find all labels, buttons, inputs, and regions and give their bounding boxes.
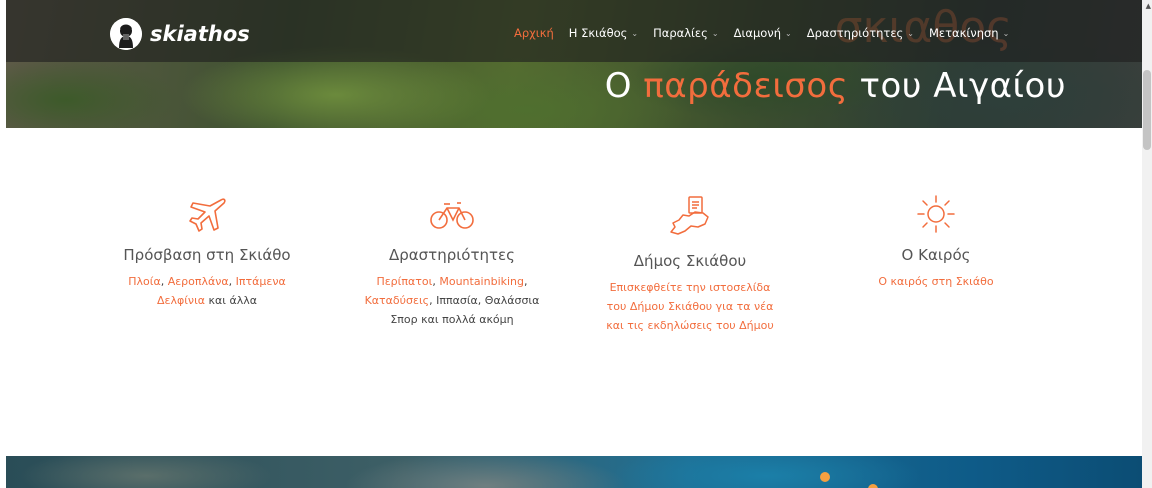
nav-item-beaches[interactable]: Παραλίες ⌄ [653,26,718,40]
scrollbar-thumb[interactable] [1143,70,1151,150]
island-map-icon [670,196,709,235]
nav-item-label: Αρχική [514,26,554,40]
separator: , [160,275,168,288]
link-municipality-site[interactable]: Επισκεφθείτε την ιστοσελίδα του Δήμου Σκ… [590,278,790,335]
hero-title-prefix: Ο [604,66,632,106]
sun-icon [917,195,955,233]
features-section: Πρόσβαση στη Σκιάθο Πλοία, Αεροπλάνα, Ιπ… [0,190,1152,390]
scroll-up-arrow-icon[interactable]: ▲ [1146,2,1151,10]
bottom-banner-image [6,456,1142,488]
nav-item-label: Δραστηριότητες [806,26,904,40]
link-mountainbiking[interactable]: Mountainbiking [439,275,524,288]
feature-activities: Δραστηριότητες Περίπατοι, Mountainbiking… [352,200,552,329]
chevron-down-icon: ⌄ [907,28,914,38]
nav-item-label: Η Σκιάθος [568,26,628,40]
hero-banner: σκιαθος skiathos Αρχική Η Σκιάθος ⌄ Παρα… [6,0,1142,128]
map-pin-icon [820,472,830,482]
site-logo[interactable]: skiathos [110,18,250,50]
feature-title: Δραστηριότητες [389,246,515,264]
feature-title: Πρόσβαση στη Σκιάθο [123,246,291,264]
nav-item-activities[interactable]: Δραστηριότητες ⌄ [807,26,914,40]
feature-text: Περίπατοι, Mountainbiking, Καταδύσεις, Ι… [352,272,552,329]
feature-weather: Ο Καιρός Ο καιρός στη Σκιάθο [836,192,1036,291]
logo-text: skiathos [150,22,250,46]
nav-item-home[interactable]: Αρχική [514,26,554,40]
link-planes[interactable]: Αεροπλάνα [168,275,229,288]
nav-item-label: Παραλίες [653,26,708,40]
nav-item-accommodation[interactable]: Διαμονή ⌄ [734,26,792,40]
feature-title: Δήμος Σκιάθου [633,252,747,270]
feature-title: Ο Καιρός [901,246,971,264]
logo-portrait-icon [110,18,142,50]
feature-tail-text: και άλλα [205,294,258,307]
link-walks[interactable]: Περίπατοι [376,275,432,288]
nav-item-transport[interactable]: Μετακίνηση ⌄ [929,26,1009,40]
link-weather[interactable]: Ο καιρός στη Σκιάθο [836,272,1036,291]
bicycle-icon [430,202,474,229]
hero-title-suffix: του Αιγαίου [859,66,1066,106]
feature-text: Πλοία, Αεροπλάνα, Ιπτάμενα Δελφίνια και … [107,272,307,310]
hero-title: Ο παράδεισος του Αιγαίου [605,66,1066,106]
chevron-down-icon: ⌄ [711,28,719,38]
main-nav: Αρχική Η Σκιάθος ⌄ Παραλίες ⌄ Διαμονή ⌄ … [514,26,1009,40]
link-diving[interactable]: Καταδύσεις [365,294,430,307]
chevron-down-icon: ⌄ [785,28,792,38]
separator: , [228,275,236,288]
link-ships[interactable]: Πλοία [128,275,160,288]
feature-access: Πρόσβαση στη Σκιάθο Πλοία, Αεροπλάνα, Ιπ… [107,194,307,310]
nav-item-label: Διαμονή [733,26,782,40]
chevron-down-icon: ⌄ [1002,28,1010,38]
nav-item-skiathos[interactable]: Η Σκιάθος ⌄ [569,26,638,40]
chevron-down-icon: ⌄ [631,28,639,38]
page-scrollbar[interactable]: ▲ [1142,0,1152,488]
airplane-icon [189,198,226,232]
feature-municipality: Δήμος Σκιάθου Επισκεφθείτε την ιστοσελίδ… [590,194,790,335]
map-pin-icon [868,484,878,488]
hero-title-accent: παράδεισος [643,66,849,106]
nav-item-label: Μετακίνηση [929,26,999,40]
separator: , [524,275,528,288]
